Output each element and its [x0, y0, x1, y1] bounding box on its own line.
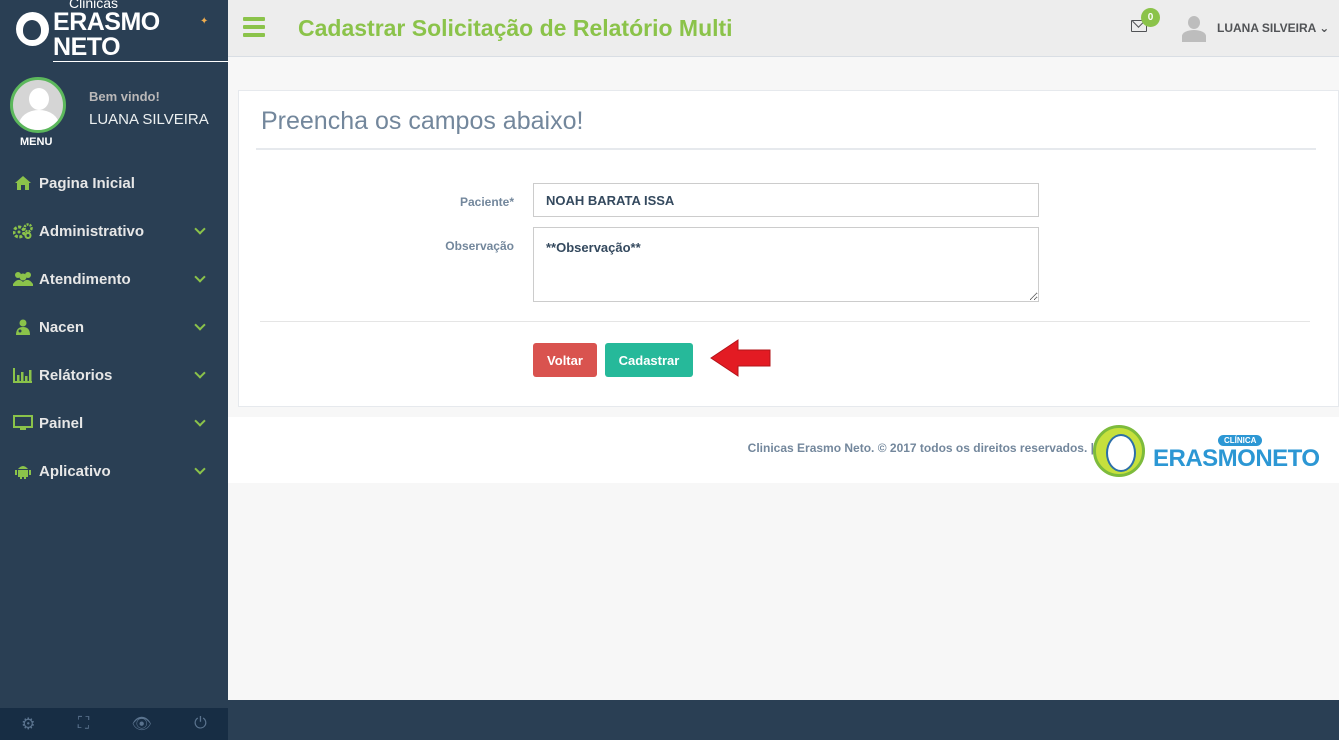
chevron-down-icon: ⌄ — [1319, 21, 1330, 35]
logo-name: ERASMONETO — [1153, 445, 1320, 472]
sidebar-footer: ⚙ ⛶ 👁 ⏻ — [0, 708, 228, 740]
paciente-label: Paciente* — [459, 195, 514, 209]
sidebar-item-nacen[interactable]: Nacen — [0, 303, 228, 351]
bottom-bar — [228, 700, 1339, 740]
observacao-textarea[interactable]: **Observação** — [533, 227, 1039, 302]
footer-logo: CLÍNICA ERASMONETO — [1093, 425, 1323, 477]
sidebar-item-relatorios[interactable]: Relátorios — [0, 351, 228, 399]
brand-logo[interactable]: Clinicas ERASMO NETO ✦ — [0, 0, 228, 62]
settings-icon[interactable]: ⚙ — [21, 714, 35, 734]
chevron-down-icon — [194, 271, 206, 283]
welcome-text: Bem vindo! — [89, 89, 160, 104]
cadastrar-button[interactable]: Cadastrar — [605, 343, 693, 377]
sidebar-nav: Pagina Inicial Administrativo Atendiment… — [0, 159, 228, 495]
top-navbar: Cadastrar Solicitação de Relatório Multi… — [228, 0, 1339, 57]
sidebar-item-aplicativo[interactable]: Aplicativo — [0, 447, 228, 495]
chevron-down-icon — [194, 319, 206, 331]
chevron-down-icon — [194, 463, 206, 475]
home-icon — [13, 175, 33, 191]
user-name: LUANA SILVEIRA — [1217, 21, 1316, 35]
chevron-down-icon — [194, 415, 206, 427]
menu-toggle-icon[interactable] — [243, 17, 265, 37]
fullscreen-icon[interactable]: ⛶ — [78, 715, 89, 733]
chevron-down-icon — [194, 367, 206, 379]
voltar-button[interactable]: Voltar — [533, 343, 597, 377]
profile-block: MENU Bem vindo! LUANA SILVEIRA — [10, 77, 220, 149]
users-icon — [13, 271, 33, 287]
logo-face-icon — [16, 11, 50, 46]
power-icon[interactable]: ⏻ — [194, 715, 207, 733]
sidebar-item-label: Pagina Inicial — [39, 174, 135, 192]
form-panel: Preencha os campos abaixo! Paciente* Obs… — [238, 90, 1339, 407]
logo-face-icon — [1093, 425, 1145, 477]
sidebar-item-label: Nacen — [39, 318, 85, 336]
sparkle-icon: ✦ — [200, 16, 209, 27]
heading-divider — [256, 148, 1316, 150]
paciente-input[interactable] — [533, 183, 1039, 217]
observacao-label: Observação — [445, 239, 514, 253]
footer: Clinicas Erasmo Neto. © 2017 todos os di… — [228, 417, 1339, 483]
user-md-icon — [13, 319, 33, 335]
red-arrow-annotation — [710, 339, 771, 377]
bar-chart-icon — [13, 367, 33, 383]
sidebar-item-label: Painel — [39, 414, 84, 432]
profile-user-name: LUANA SILVEIRA — [89, 111, 209, 128]
footer-copyright: Clinicas Erasmo Neto. © 2017 todos os di… — [747, 441, 1094, 455]
form-divider — [260, 321, 1310, 322]
gears-icon — [13, 223, 33, 239]
sidebar-item-atendimento[interactable]: Atendimento — [0, 255, 228, 303]
sidebar-item-label: Relátorios — [39, 366, 113, 384]
avatar[interactable] — [10, 77, 66, 133]
sidebar-item-administrativo[interactable]: Administrativo — [0, 207, 228, 255]
sidebar-item-label: Atendimento — [39, 270, 131, 288]
sidebar: Clinicas ERASMO NETO ✦ MENU Bem vindo! L… — [0, 0, 228, 740]
sidebar-item-painel[interactable]: Painel — [0, 399, 228, 447]
mail-count-badge: 0 — [1141, 8, 1160, 27]
menu-label: MENU — [20, 136, 53, 148]
user-dropdown[interactable]: LUANA SILVEIRA ⌄ — [1217, 21, 1329, 35]
chevron-down-icon — [194, 223, 206, 235]
eye-slash-icon[interactable]: 👁 — [131, 714, 151, 734]
panel-heading: Preencha os campos abaixo! — [261, 107, 584, 135]
android-icon — [13, 463, 33, 479]
sidebar-item-label: Aplicativo — [39, 462, 111, 480]
page-title: Cadastrar Solicitação de Relatório Multi — [298, 15, 733, 41]
user-avatar-icon[interactable] — [1182, 16, 1206, 42]
sidebar-item-pagina-inicial[interactable]: Pagina Inicial — [0, 159, 228, 207]
sidebar-item-label: Administrativo — [39, 222, 145, 240]
monitor-icon — [13, 415, 33, 431]
